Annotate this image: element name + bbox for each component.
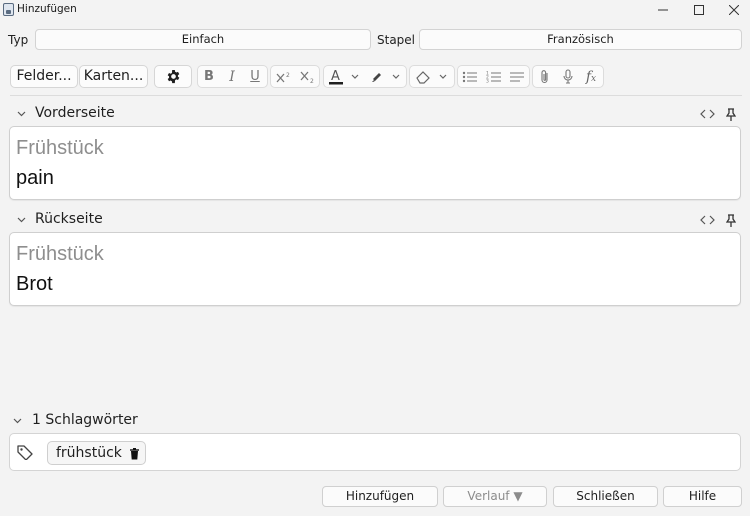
history-button[interactable]: Verlauf ▼ — [443, 486, 547, 507]
svg-text:3: 3 — [486, 78, 489, 84]
collapse-front-button[interactable] — [16, 109, 26, 119]
toolbar-divider — [10, 95, 742, 96]
note-type-button[interactable]: Einfach — [35, 29, 371, 50]
svg-text:2: 2 — [286, 72, 290, 79]
help-button[interactable]: Hilfe — [663, 486, 742, 507]
bold-icon: B — [204, 69, 214, 84]
front-field-hint: Frühstück — [16, 137, 104, 159]
subscript-button[interactable]: 2 — [297, 65, 319, 88]
tag-icon — [16, 444, 34, 461]
align-icon — [510, 71, 524, 82]
front-field-content[interactable]: pain — [16, 165, 54, 191]
pin-back[interactable] — [722, 213, 740, 227]
record-audio-button[interactable] — [557, 65, 579, 88]
text-color-icon: A — [329, 69, 343, 84]
bullet-list-icon — [462, 71, 477, 82]
eraser-button[interactable] — [412, 65, 434, 88]
toggle-html-front[interactable] — [698, 107, 716, 121]
underline-button[interactable]: U — [245, 65, 265, 88]
align-button[interactable] — [506, 65, 528, 88]
back-field-hint: Frühstück — [16, 243, 104, 265]
attach-button[interactable] — [534, 65, 556, 88]
italic-button[interactable]: I — [222, 65, 242, 88]
pin-front[interactable] — [722, 107, 740, 121]
back-field-content[interactable]: Brot — [16, 271, 53, 297]
app-icon — [3, 3, 14, 16]
options-button[interactable] — [154, 65, 192, 88]
code-icon — [699, 215, 715, 225]
window-title: Hinzufügen — [17, 3, 77, 15]
microphone-icon — [563, 68, 573, 84]
type-label: Typ — [8, 33, 29, 47]
cards-button[interactable]: Karten... — [79, 65, 148, 88]
highlight-icon — [372, 72, 381, 82]
delete-tag-button[interactable] — [129, 447, 140, 460]
close-window-button[interactable] — [717, 0, 750, 20]
maximize-button[interactable] — [682, 0, 716, 20]
text-color-button[interactable]: A — [325, 65, 347, 88]
svg-text:A: A — [331, 69, 340, 84]
eraser-icon — [416, 70, 430, 84]
code-icon — [699, 109, 715, 119]
text-color-dropdown[interactable] — [347, 65, 363, 88]
deck-button[interactable]: Französisch — [419, 29, 742, 50]
maximize-icon — [694, 5, 704, 15]
numbered-list-button[interactable]: 123 — [483, 65, 505, 88]
minimize-icon — [658, 9, 668, 11]
fields-button[interactable]: Felder... — [10, 65, 78, 88]
tags-header: 1 Schlagwörter — [32, 412, 138, 428]
gear-icon — [167, 69, 179, 84]
title-bar — [0, 0, 750, 20]
deck-label: Stapel — [377, 33, 416, 47]
underline-icon: U — [250, 69, 260, 84]
collapse-tags-button[interactable] — [12, 416, 22, 426]
chevron-down-icon — [13, 418, 21, 424]
numbered-list-icon: 123 — [486, 70, 501, 84]
close-button[interactable]: Schließen — [553, 486, 658, 507]
minimize-button[interactable] — [646, 0, 680, 20]
attachment-icon — [541, 69, 548, 83]
formula-button[interactable]: fx — [580, 65, 602, 88]
highlight-dropdown[interactable] — [388, 65, 404, 88]
pin-icon — [726, 213, 736, 227]
front-field-editor[interactable] — [9, 126, 741, 200]
tag-chip[interactable]: frühstück — [47, 441, 146, 465]
field-name-front: Vorderseite — [35, 105, 115, 121]
chevron-down-icon — [439, 74, 447, 79]
back-field-editor[interactable] — [9, 232, 741, 306]
chevron-down-icon — [392, 74, 400, 79]
formula-icon: fx — [585, 68, 597, 85]
add-note-button[interactable]: Hinzufügen — [322, 486, 438, 507]
eraser-dropdown[interactable] — [435, 65, 451, 88]
italic-icon: I — [229, 68, 235, 85]
bold-button[interactable]: B — [199, 65, 219, 88]
chevron-down-icon — [17, 217, 25, 223]
field-name-back: Rückseite — [35, 211, 103, 227]
subscript-icon: 2 — [300, 71, 314, 84]
superscript-button[interactable]: 2 — [273, 65, 295, 88]
toggle-html-back[interactable] — [698, 213, 716, 227]
close-icon — [729, 5, 739, 15]
svg-text:2: 2 — [310, 78, 314, 84]
superscript-icon: 2 — [276, 72, 290, 82]
chevron-down-icon — [17, 111, 25, 117]
chevron-down-icon — [351, 74, 359, 79]
pin-icon — [726, 107, 736, 121]
highlight-button[interactable] — [366, 65, 388, 88]
collapse-back-button[interactable] — [16, 215, 26, 225]
bullet-list-button[interactable] — [459, 65, 481, 88]
tag-label: frühstück — [56, 445, 122, 461]
trash-icon — [129, 447, 139, 459]
